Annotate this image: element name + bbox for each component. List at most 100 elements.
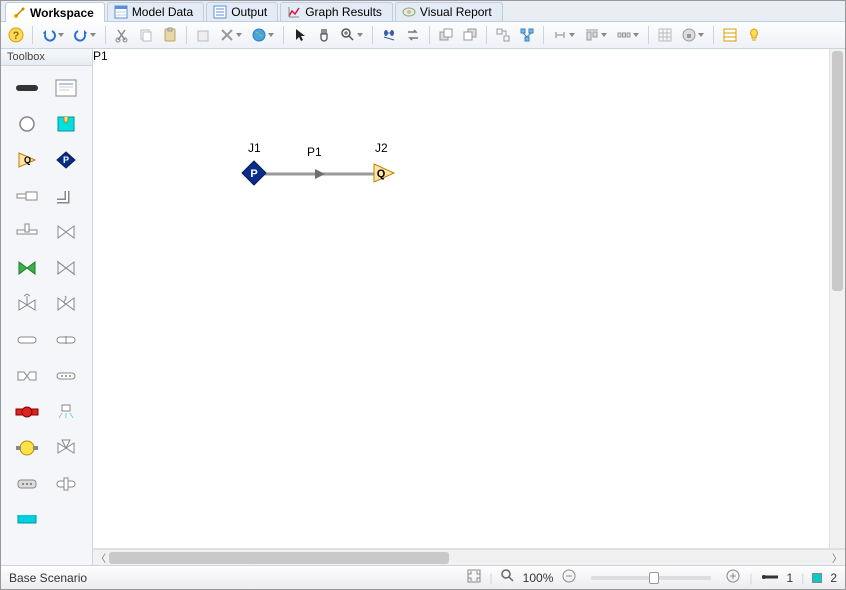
body: Toolbox Q P [1, 49, 845, 565]
tool-heat-ex-b[interactable] [49, 468, 85, 500]
pan-button[interactable] [313, 24, 335, 46]
fit-icon[interactable] [466, 568, 482, 587]
toolbox-title: Toolbox [1, 49, 92, 66]
zoom-button[interactable] [337, 24, 367, 46]
horizontal-scrollbar[interactable]: 〈 〉 [93, 549, 845, 565]
tool-valve-b[interactable] [49, 252, 85, 284]
scroll-right-icon[interactable]: 〉 [829, 550, 845, 566]
tab-label: Workspace [30, 6, 94, 20]
graph-results-icon [287, 5, 301, 19]
tab-label: Graph Results [305, 5, 382, 19]
zoom-value: 100% [523, 571, 554, 585]
status-bar: Base Scenario | 100% | 1 | 2 [1, 565, 845, 589]
tool-check-valve[interactable] [9, 252, 45, 284]
distribute-button[interactable] [613, 24, 643, 46]
group-button[interactable] [492, 24, 514, 46]
tab-graph-results[interactable]: Graph Results [280, 2, 393, 21]
zoom-out-button[interactable] [561, 568, 577, 587]
tool-area-change[interactable] [9, 180, 45, 212]
tool-venturi[interactable] [9, 360, 45, 392]
tool-reservoir[interactable] [49, 108, 85, 140]
tab-label: Output [231, 5, 267, 19]
tool-orifice[interactable] [9, 324, 45, 356]
copy-button[interactable] [135, 24, 157, 46]
tip-icon[interactable] [743, 24, 765, 46]
tab-workspace[interactable]: Workspace [5, 2, 105, 22]
model-data-icon [114, 5, 128, 19]
paste-button[interactable] [159, 24, 181, 46]
app-window: Workspace Model Data Output Graph Result… [0, 0, 846, 590]
pipe-count-icon [761, 571, 779, 585]
delete-button[interactable] [192, 24, 214, 46]
junction-label-J1: J1 [248, 141, 261, 155]
tool-three-way[interactable] [49, 432, 85, 464]
tool-branch[interactable] [9, 108, 45, 140]
tab-output[interactable]: Output [206, 2, 278, 21]
svg-text:?: ? [13, 30, 20, 42]
tool-annotation[interactable] [49, 72, 85, 104]
junction-label-J2: J2 [375, 141, 388, 155]
bring-front-button[interactable] [435, 24, 457, 46]
junction-swatch-icon [812, 573, 822, 583]
zoom-in-button[interactable] [725, 568, 741, 587]
globe-button[interactable] [248, 24, 278, 46]
pointer-button[interactable] [289, 24, 311, 46]
snap-button[interactable] [549, 24, 579, 46]
tool-compressor[interactable] [9, 432, 45, 464]
remove-button[interactable] [216, 24, 246, 46]
send-back-button[interactable] [459, 24, 481, 46]
tool-general[interactable] [49, 360, 85, 392]
tool-control-valve[interactable] [9, 288, 45, 320]
tool-pump-red[interactable] [9, 396, 45, 428]
scroll-left-icon[interactable]: 〈 [93, 550, 109, 566]
pipe-count: 1 [787, 571, 794, 585]
tool-spray[interactable] [49, 396, 85, 428]
swap-button[interactable] [402, 24, 424, 46]
tool-relief-valve[interactable] [49, 288, 85, 320]
scenario-label: Base Scenario [9, 571, 87, 585]
tool-screen[interactable] [49, 324, 85, 356]
canvas-wrap: P1 /*placeholder so binding script can p… [93, 49, 845, 565]
svg-text:Q: Q [377, 168, 386, 180]
tool-open-channel[interactable] [9, 504, 45, 536]
junction-count: 2 [830, 571, 837, 585]
tab-label: Model Data [132, 5, 193, 19]
tab-strip: Workspace Model Data Output Graph Result… [1, 1, 845, 22]
tab-visual-report[interactable]: Visual Report [395, 2, 503, 21]
junction-J1[interactable]: P [241, 160, 267, 186]
workspace-icon [12, 6, 26, 20]
tool-assigned-flow[interactable]: Q [9, 144, 45, 176]
visual-report-icon [402, 5, 416, 19]
svg-text:P: P [63, 155, 69, 165]
help-icon[interactable]: ? [5, 24, 27, 46]
tool-tee[interactable] [9, 216, 45, 248]
toolbox-panel: Toolbox Q P [1, 49, 93, 565]
pipe-P1[interactable] [261, 167, 377, 181]
pipe-label-P1: P1 [307, 145, 322, 159]
redo-button[interactable] [70, 24, 100, 46]
auto-layout-button[interactable] [516, 24, 538, 46]
tool-heat-ex-a[interactable] [9, 468, 45, 500]
undo-button[interactable] [38, 24, 68, 46]
zoom-icon[interactable] [501, 569, 515, 586]
tool-assigned-pressure[interactable]: P [49, 144, 85, 176]
properties-button[interactable] [719, 24, 741, 46]
toolbox-grid: Q P [1, 66, 92, 565]
output-icon [213, 5, 227, 19]
zoom-slider[interactable] [591, 576, 711, 580]
grid-button[interactable] [654, 24, 676, 46]
workspace-canvas[interactable]: P1 /*placeholder so binding script can p… [93, 49, 845, 549]
cut-button[interactable] [111, 24, 133, 46]
lock-button[interactable] [678, 24, 708, 46]
junction-J2[interactable]: Q [372, 162, 396, 184]
tab-model-data[interactable]: Model Data [107, 2, 204, 21]
find-button[interactable] [378, 24, 400, 46]
tool-valve-a[interactable] [49, 216, 85, 248]
vertical-scrollbar[interactable] [829, 49, 845, 548]
align-button[interactable] [581, 24, 611, 46]
svg-text:Q: Q [24, 155, 31, 165]
tab-label: Visual Report [420, 5, 492, 19]
tool-bend[interactable] [49, 180, 85, 212]
toolbar: ? [1, 22, 845, 49]
tool-pipe[interactable] [9, 72, 45, 104]
